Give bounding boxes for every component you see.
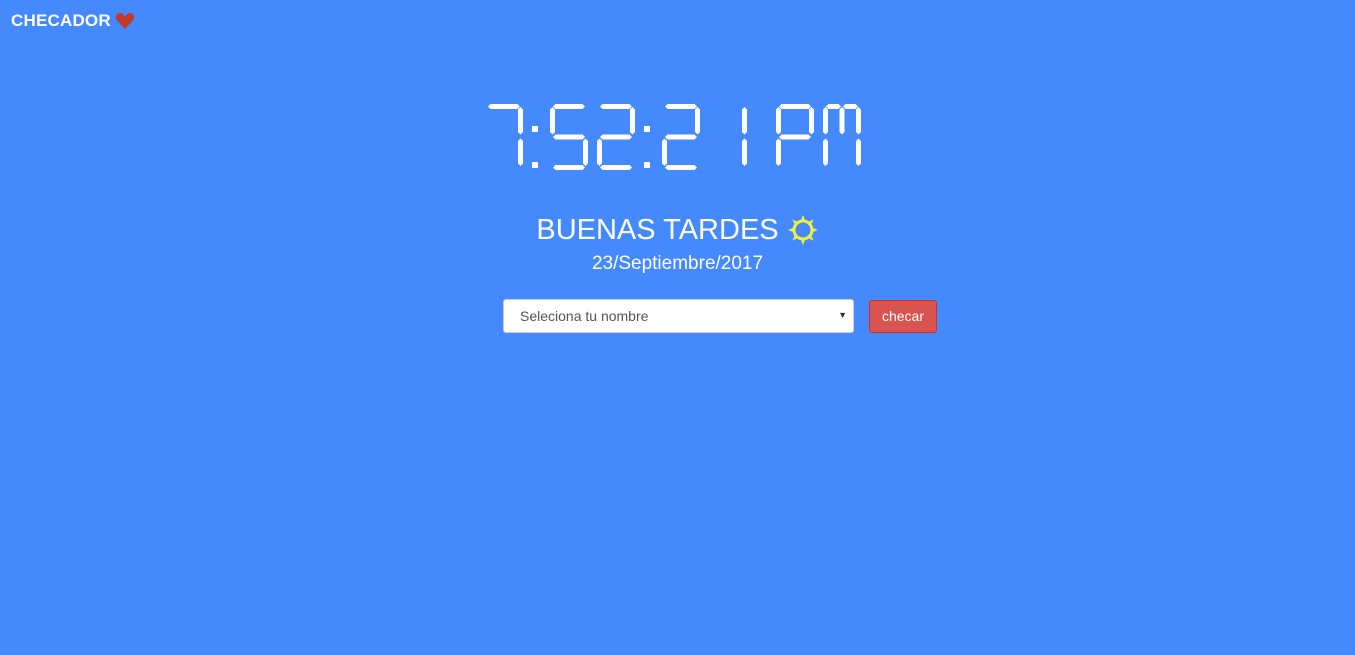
app-brand[interactable]: CHECADOR (11, 11, 135, 31)
checar-button[interactable]: checar (869, 299, 937, 333)
clock-char-6 (742, 107, 747, 166)
clock-char-5 (662, 104, 700, 170)
clock-char-3 (597, 104, 635, 170)
check-form: Seleciona tu nombre ▼ checar (503, 299, 937, 333)
current-date: 23/Septiembre/2017 (591, 253, 764, 274)
greeting: BUENAS TARDES (0, 211, 1355, 249)
app-title: CHECADOR (11, 11, 111, 30)
clock-time-display (488, 104, 861, 170)
chevron-down-icon: ▼ (838, 310, 847, 320)
clock-char-0 (488, 104, 523, 166)
clock-char-1 (532, 126, 538, 168)
greeting-text: BUENAS TARDES (536, 213, 779, 246)
name-select-value: Seleciona tu nombre (520, 308, 649, 324)
clock-char-8 (776, 104, 814, 166)
name-select[interactable]: Seleciona tu nombre ▼ (503, 299, 854, 333)
heart-icon (115, 12, 135, 30)
clock-char-2 (550, 104, 588, 170)
sun-icon (787, 214, 819, 246)
clock-char-4 (644, 126, 650, 168)
digital-clock (0, 100, 1355, 175)
clock-char-9 (823, 104, 861, 166)
